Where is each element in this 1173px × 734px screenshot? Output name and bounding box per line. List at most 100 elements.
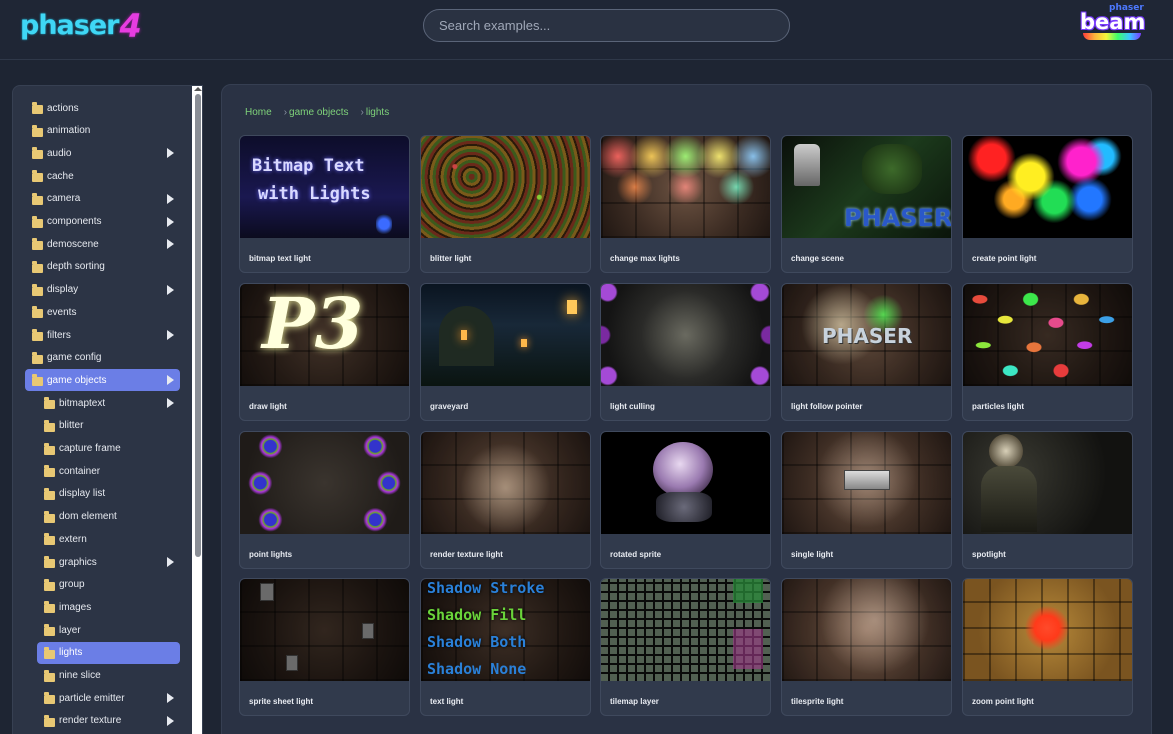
- example-card-bitmap-text-light[interactable]: Bitmap Text with Lights bitmap text ligh…: [239, 135, 410, 273]
- example-card-single-light[interactable]: single light: [781, 431, 952, 569]
- sidebar-item-dom-element[interactable]: dom element: [37, 506, 180, 528]
- example-thumbnail[interactable]: [601, 579, 770, 681]
- example-thumbnail[interactable]: [963, 432, 1132, 534]
- example-card-change-scene[interactable]: PHASER change scene: [781, 135, 952, 273]
- example-thumbnail[interactable]: [782, 432, 951, 534]
- sidebar-item-demoscene[interactable]: demoscene: [25, 233, 180, 255]
- example-label[interactable]: create point light: [972, 254, 1036, 263]
- breadcrumb-lights[interactable]: lights: [366, 107, 389, 118]
- example-label[interactable]: render texture light: [430, 550, 503, 559]
- example-thumbnail[interactable]: [963, 136, 1132, 238]
- sidebar-item-blitter[interactable]: blitter: [37, 415, 180, 437]
- expand-arrow-icon[interactable]: [167, 216, 174, 227]
- example-thumbnail[interactable]: PHASER: [782, 136, 951, 238]
- sidebar-item-game-config[interactable]: game config: [25, 347, 180, 369]
- expand-arrow-icon[interactable]: [167, 284, 174, 295]
- expand-arrow-icon[interactable]: [167, 398, 174, 409]
- example-thumbnail[interactable]: [601, 136, 770, 238]
- example-card-zoom-point-light[interactable]: zoom point light: [962, 578, 1133, 716]
- example-label[interactable]: point lights: [249, 550, 292, 559]
- sidebar-item-graphics[interactable]: graphics: [37, 551, 180, 573]
- sidebar-item-nine-slice[interactable]: nine slice: [37, 665, 180, 687]
- example-thumbnail[interactable]: [240, 432, 409, 534]
- sidebar-item-depth-sorting[interactable]: depth sorting: [25, 256, 180, 278]
- scroll-up-icon[interactable]: [194, 87, 202, 91]
- sidebar-item-actions[interactable]: actions: [25, 97, 180, 119]
- sidebar-item-extern[interactable]: extern: [37, 528, 180, 550]
- example-card-create-point-light[interactable]: create point light: [962, 135, 1133, 273]
- example-card-light-follow-pointer[interactable]: PHASER light follow pointer: [781, 283, 952, 421]
- breadcrumb-game-objects[interactable]: game objects: [289, 107, 348, 118]
- sidebar-item-layer[interactable]: layer: [37, 619, 180, 641]
- expand-arrow-icon[interactable]: [167, 330, 174, 340]
- example-label[interactable]: bitmap text light: [249, 254, 311, 263]
- sidebar-item-render-texture[interactable]: render texture: [37, 710, 180, 732]
- sidebar-item-events[interactable]: events: [25, 301, 180, 323]
- example-card-point-lights[interactable]: point lights: [239, 431, 410, 569]
- example-thumbnail[interactable]: [963, 579, 1132, 681]
- example-thumbnail[interactable]: PHASER: [782, 284, 951, 386]
- sidebar-item-display[interactable]: display: [25, 279, 180, 301]
- sidebar-item-cache[interactable]: cache: [25, 165, 180, 187]
- example-label[interactable]: text light: [430, 697, 463, 706]
- beam-logo[interactable]: phaser beam: [1078, 3, 1146, 41]
- example-label[interactable]: rotated sprite: [610, 550, 661, 559]
- sidebar-item-container[interactable]: container: [37, 460, 180, 482]
- example-thumbnail[interactable]: [240, 579, 409, 681]
- sidebar-item-lights[interactable]: lights: [37, 641, 180, 664]
- example-card-light-culling[interactable]: light culling: [600, 283, 771, 421]
- example-card-text-light[interactable]: Shadow Stroke Shadow Fill Shadow Both Sh…: [420, 578, 591, 716]
- expand-arrow-icon[interactable]: [167, 193, 174, 204]
- breadcrumb-home[interactable]: Home: [245, 107, 272, 118]
- example-label[interactable]: light culling: [610, 402, 655, 411]
- sidebar-item-bitmaptext[interactable]: bitmaptext: [37, 392, 180, 414]
- example-thumbnail[interactable]: [421, 284, 590, 386]
- example-label[interactable]: graveyard: [430, 402, 468, 411]
- example-card-rotated-sprite[interactable]: rotated sprite: [600, 431, 771, 569]
- example-card-blitter-light[interactable]: blitter light: [420, 135, 591, 273]
- example-label[interactable]: draw light: [249, 402, 287, 411]
- example-card-graveyard[interactable]: graveyard: [420, 283, 591, 421]
- example-card-change-max-lights[interactable]: change max lights: [600, 135, 771, 273]
- sidebar-item-animation[interactable]: animation: [25, 120, 180, 142]
- example-label[interactable]: particles light: [972, 402, 1024, 411]
- expand-arrow-icon[interactable]: [167, 693, 174, 704]
- example-thumbnail[interactable]: Bitmap Text with Lights: [240, 136, 409, 238]
- example-thumbnail[interactable]: [421, 136, 590, 238]
- example-thumbnail[interactable]: [963, 284, 1132, 386]
- sidebar-item-components[interactable]: components: [25, 211, 180, 233]
- example-label[interactable]: tilemap layer: [610, 697, 659, 706]
- expand-arrow-icon[interactable]: [167, 715, 174, 726]
- example-thumbnail[interactable]: [782, 579, 951, 681]
- example-card-particles-light[interactable]: particles light: [962, 283, 1133, 421]
- expand-arrow-icon[interactable]: [167, 239, 174, 250]
- example-label[interactable]: change max lights: [610, 254, 680, 263]
- example-label[interactable]: light follow pointer: [791, 402, 863, 411]
- example-card-tilesprite-light[interactable]: tilesprite light: [781, 578, 952, 716]
- sidebar-item-capture-frame[interactable]: capture frame: [37, 438, 180, 460]
- example-label[interactable]: change scene: [791, 254, 844, 263]
- sidebar-item-particle-emitter[interactable]: particle emitter: [37, 687, 180, 709]
- search-input[interactable]: [423, 9, 790, 42]
- sidebar-item-audio[interactable]: audio: [25, 142, 180, 164]
- example-card-render-texture-light[interactable]: render texture light: [420, 431, 591, 569]
- example-thumbnail[interactable]: P3: [240, 284, 409, 386]
- sidebar-item-game-objects[interactable]: game objects: [25, 369, 180, 392]
- example-card-spotlight[interactable]: spotlight: [962, 431, 1133, 569]
- example-thumbnail[interactable]: Shadow Stroke Shadow Fill Shadow Both Sh…: [421, 579, 590, 681]
- example-label[interactable]: sprite sheet light: [249, 697, 313, 706]
- sidebar-item-images[interactable]: images: [37, 596, 180, 618]
- example-label[interactable]: blitter light: [430, 254, 471, 263]
- example-label[interactable]: spotlight: [972, 550, 1006, 559]
- sidebar-item-camera[interactable]: camera: [25, 188, 180, 210]
- example-label[interactable]: single light: [791, 550, 833, 559]
- example-thumbnail[interactable]: [601, 432, 770, 534]
- phaser-logo[interactable]: phaser 4: [20, 4, 142, 44]
- example-thumbnail[interactable]: [601, 284, 770, 386]
- sidebar-item-display-list[interactable]: display list: [37, 483, 180, 505]
- example-label[interactable]: zoom point light: [972, 697, 1034, 706]
- expand-arrow-icon[interactable]: [167, 557, 174, 567]
- example-card-draw-light[interactable]: P3 draw light: [239, 283, 410, 421]
- example-label[interactable]: tilesprite light: [791, 697, 843, 706]
- sidebar-item-filters[interactable]: filters: [25, 324, 180, 346]
